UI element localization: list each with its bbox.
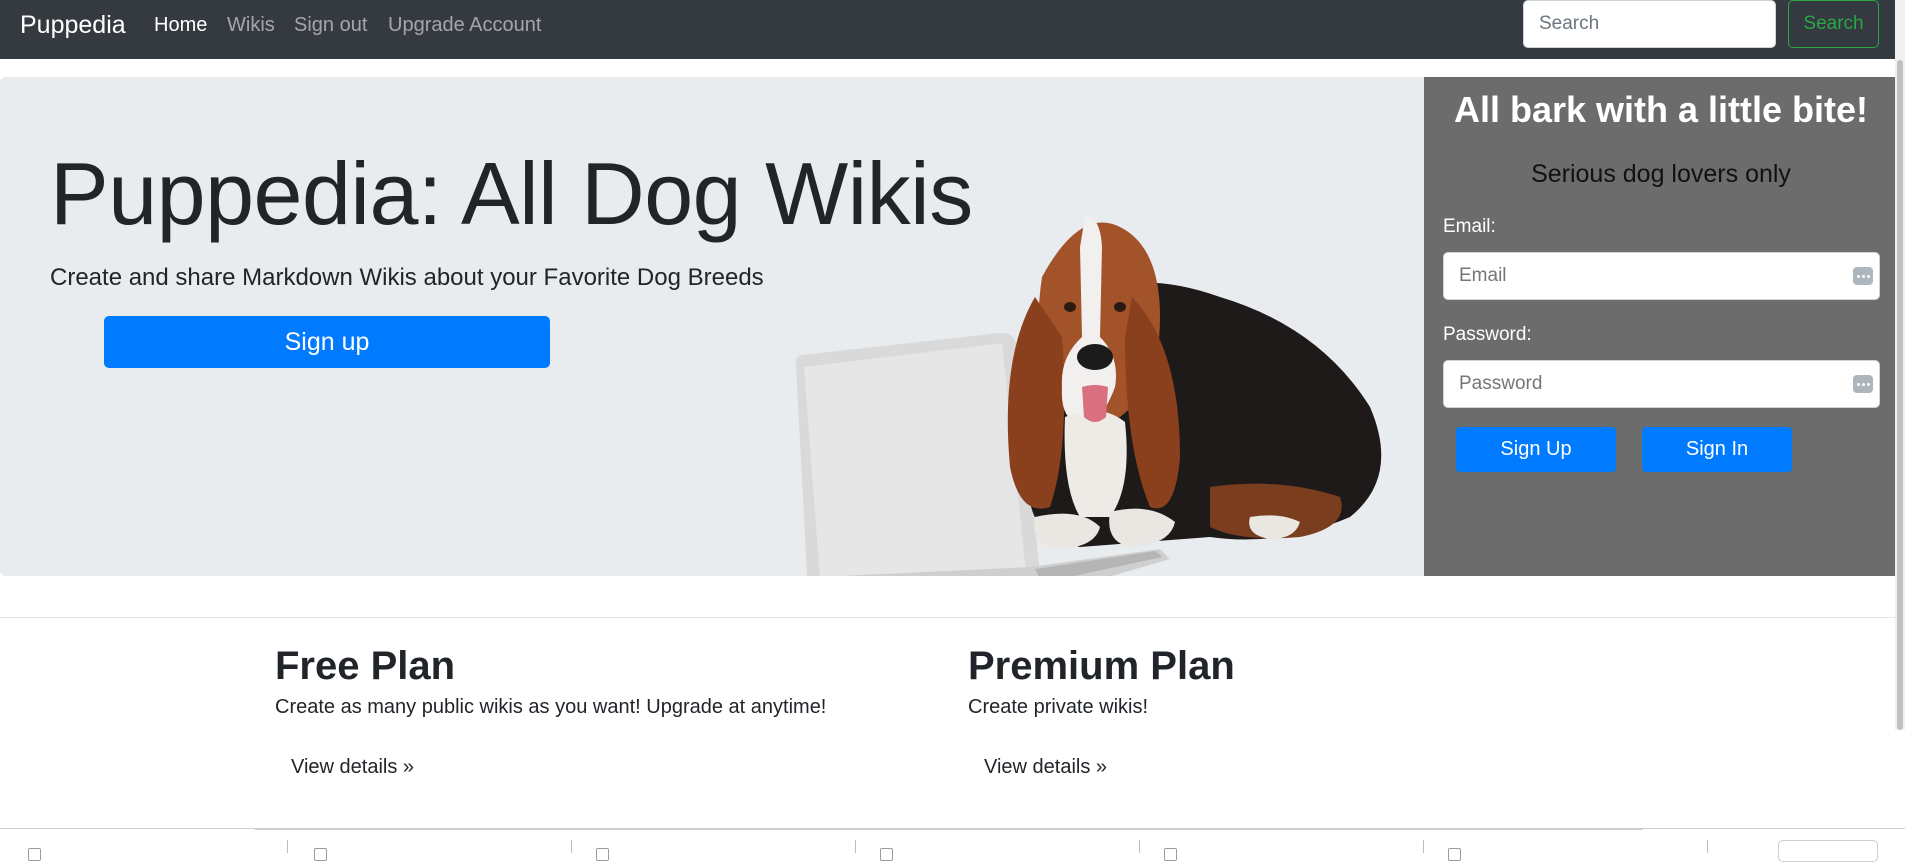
nav-sign-out[interactable]: Sign out: [294, 14, 367, 37]
bottom-strip: [0, 828, 1905, 854]
column-separator: [855, 840, 856, 853]
premium-plan-title: Premium Plan: [968, 644, 1235, 688]
search-button[interactable]: Search: [1788, 0, 1879, 48]
premium-plan-description: Create private wikis!: [968, 696, 1149, 718]
free-plan-description: Create as many public wikis as you want!…: [275, 696, 827, 718]
panel-subtitle: Serious dog lovers only: [1531, 160, 1791, 188]
checkbox[interactable]: [28, 848, 41, 861]
email-field-wrapper: [1443, 252, 1880, 300]
signup-button[interactable]: Sign Up: [1456, 427, 1616, 472]
nav-home[interactable]: Home: [154, 14, 207, 37]
brand-link[interactable]: Puppedia: [20, 11, 126, 40]
checkbox[interactable]: [596, 848, 609, 861]
password-field[interactable]: [1444, 361, 1864, 407]
signin-button[interactable]: Sign In: [1642, 427, 1792, 472]
signup-panel: All bark with a little bite! Serious dog…: [1424, 77, 1905, 576]
checkbox[interactable]: [314, 848, 327, 861]
scrollbar-thumb[interactable]: [1897, 60, 1903, 730]
email-label: Email:: [1443, 216, 1496, 237]
navbar: Puppedia Home Wikis Sign out Upgrade Acc…: [0, 0, 1905, 59]
dog-laptop-illustration: [795, 216, 1382, 576]
password-manager-icon[interactable]: [1853, 267, 1873, 285]
hero-lead: Create and share Markdown Wikis about yo…: [50, 264, 764, 291]
column-separator: [571, 840, 572, 853]
bottom-divider: [255, 828, 1643, 830]
divider: [0, 617, 1905, 618]
hero-signup-button[interactable]: Sign up: [104, 316, 550, 368]
column-separator: [287, 840, 288, 853]
nav-wikis[interactable]: Wikis: [227, 14, 275, 37]
password-field-wrapper: [1443, 360, 1880, 408]
bottom-right-button[interactable]: [1778, 840, 1878, 862]
checkbox[interactable]: [1164, 848, 1177, 861]
free-plan-title: Free Plan: [275, 644, 456, 688]
checkbox[interactable]: [880, 848, 893, 861]
email-field[interactable]: [1444, 253, 1864, 299]
nav-upgrade-account[interactable]: Upgrade Account: [388, 14, 541, 37]
column-separator: [1139, 840, 1140, 853]
checkbox[interactable]: [1448, 848, 1461, 861]
panel-title: All bark with a little bite!: [1453, 89, 1869, 130]
password-manager-icon[interactable]: [1853, 375, 1873, 393]
search-input[interactable]: [1523, 0, 1776, 48]
free-plan-details-link[interactable]: View details »: [275, 752, 430, 783]
column-separator: [1423, 840, 1424, 853]
hero-jumbotron: Puppedia: All Dog Wikis Create and share…: [0, 77, 1424, 576]
password-label: Password:: [1443, 324, 1532, 345]
premium-plan-details-link[interactable]: View details »: [968, 752, 1123, 783]
column-separator: [1707, 840, 1708, 853]
